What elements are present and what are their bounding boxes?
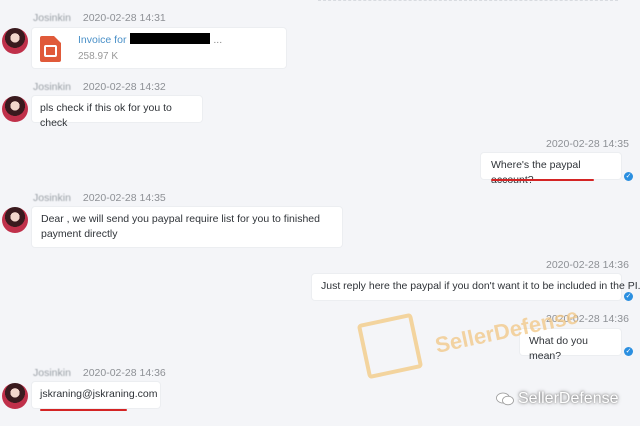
timestamp: 2020-02-28 14:31 xyxy=(82,12,166,24)
message-line: Dear , we will send you paypal require l… xyxy=(41,213,320,225)
wechat-icon xyxy=(496,392,514,406)
timestamp: 2020-02-28 14:36 xyxy=(546,259,629,271)
watermark-logo xyxy=(356,312,424,380)
previous-message-divider xyxy=(318,0,618,2)
message-bubble: jskraning@jskraning.com xyxy=(32,382,160,408)
read-receipt-icon: ✓ xyxy=(624,347,633,356)
message-bubble: Just reply here the paypal if you don't … xyxy=(312,274,640,300)
message-bubble: Dear , we will send you paypal require l… xyxy=(32,207,342,247)
avatar[interactable] xyxy=(2,383,28,409)
file-name[interactable]: Invoice for ... xyxy=(78,33,222,48)
message-meta: Josinkin 2020-02-28 14:36 xyxy=(33,367,166,379)
message-meta: Josinkin 2020-02-28 14:35 xyxy=(33,192,166,204)
read-receipt-icon: ✓ xyxy=(624,292,633,301)
timestamp: 2020-02-28 14:32 xyxy=(82,81,166,93)
message-meta: Josinkin 2020-02-28 14:31 xyxy=(33,12,166,24)
message-line: payment directly xyxy=(41,228,118,240)
message-meta: Josinkin 2020-02-28 14:32 xyxy=(33,81,166,93)
avatar[interactable] xyxy=(2,207,28,233)
file-attachment[interactable]: Invoice for ... 258.97 K xyxy=(32,28,286,68)
brand-text: SellerDefense xyxy=(518,390,619,407)
message-bubble: pls check if this ok for you to check xyxy=(32,96,202,129)
avatar[interactable] xyxy=(2,28,28,54)
sender-name: Josinkin xyxy=(33,81,71,93)
highlight-underline xyxy=(40,409,127,411)
sender-name: Josinkin xyxy=(33,192,71,204)
avatar[interactable] xyxy=(2,96,28,122)
file-size: 258.97 K xyxy=(78,51,119,62)
redaction-bar xyxy=(130,33,211,44)
read-receipt-icon: ✓ xyxy=(624,172,633,181)
sender-name: Josinkin xyxy=(33,367,71,379)
timestamp: 2020-02-28 14:35 xyxy=(82,192,166,204)
file-title: Invoice for xyxy=(78,34,127,46)
timestamp: 2020-02-28 14:35 xyxy=(546,138,629,150)
pdf-file-icon xyxy=(40,36,61,62)
message-bubble: Where's the paypal account? xyxy=(481,153,621,186)
highlight-underline xyxy=(491,179,594,181)
sender-name: Josinkin xyxy=(33,12,71,24)
timestamp: 2020-02-28 14:36 xyxy=(82,367,166,379)
